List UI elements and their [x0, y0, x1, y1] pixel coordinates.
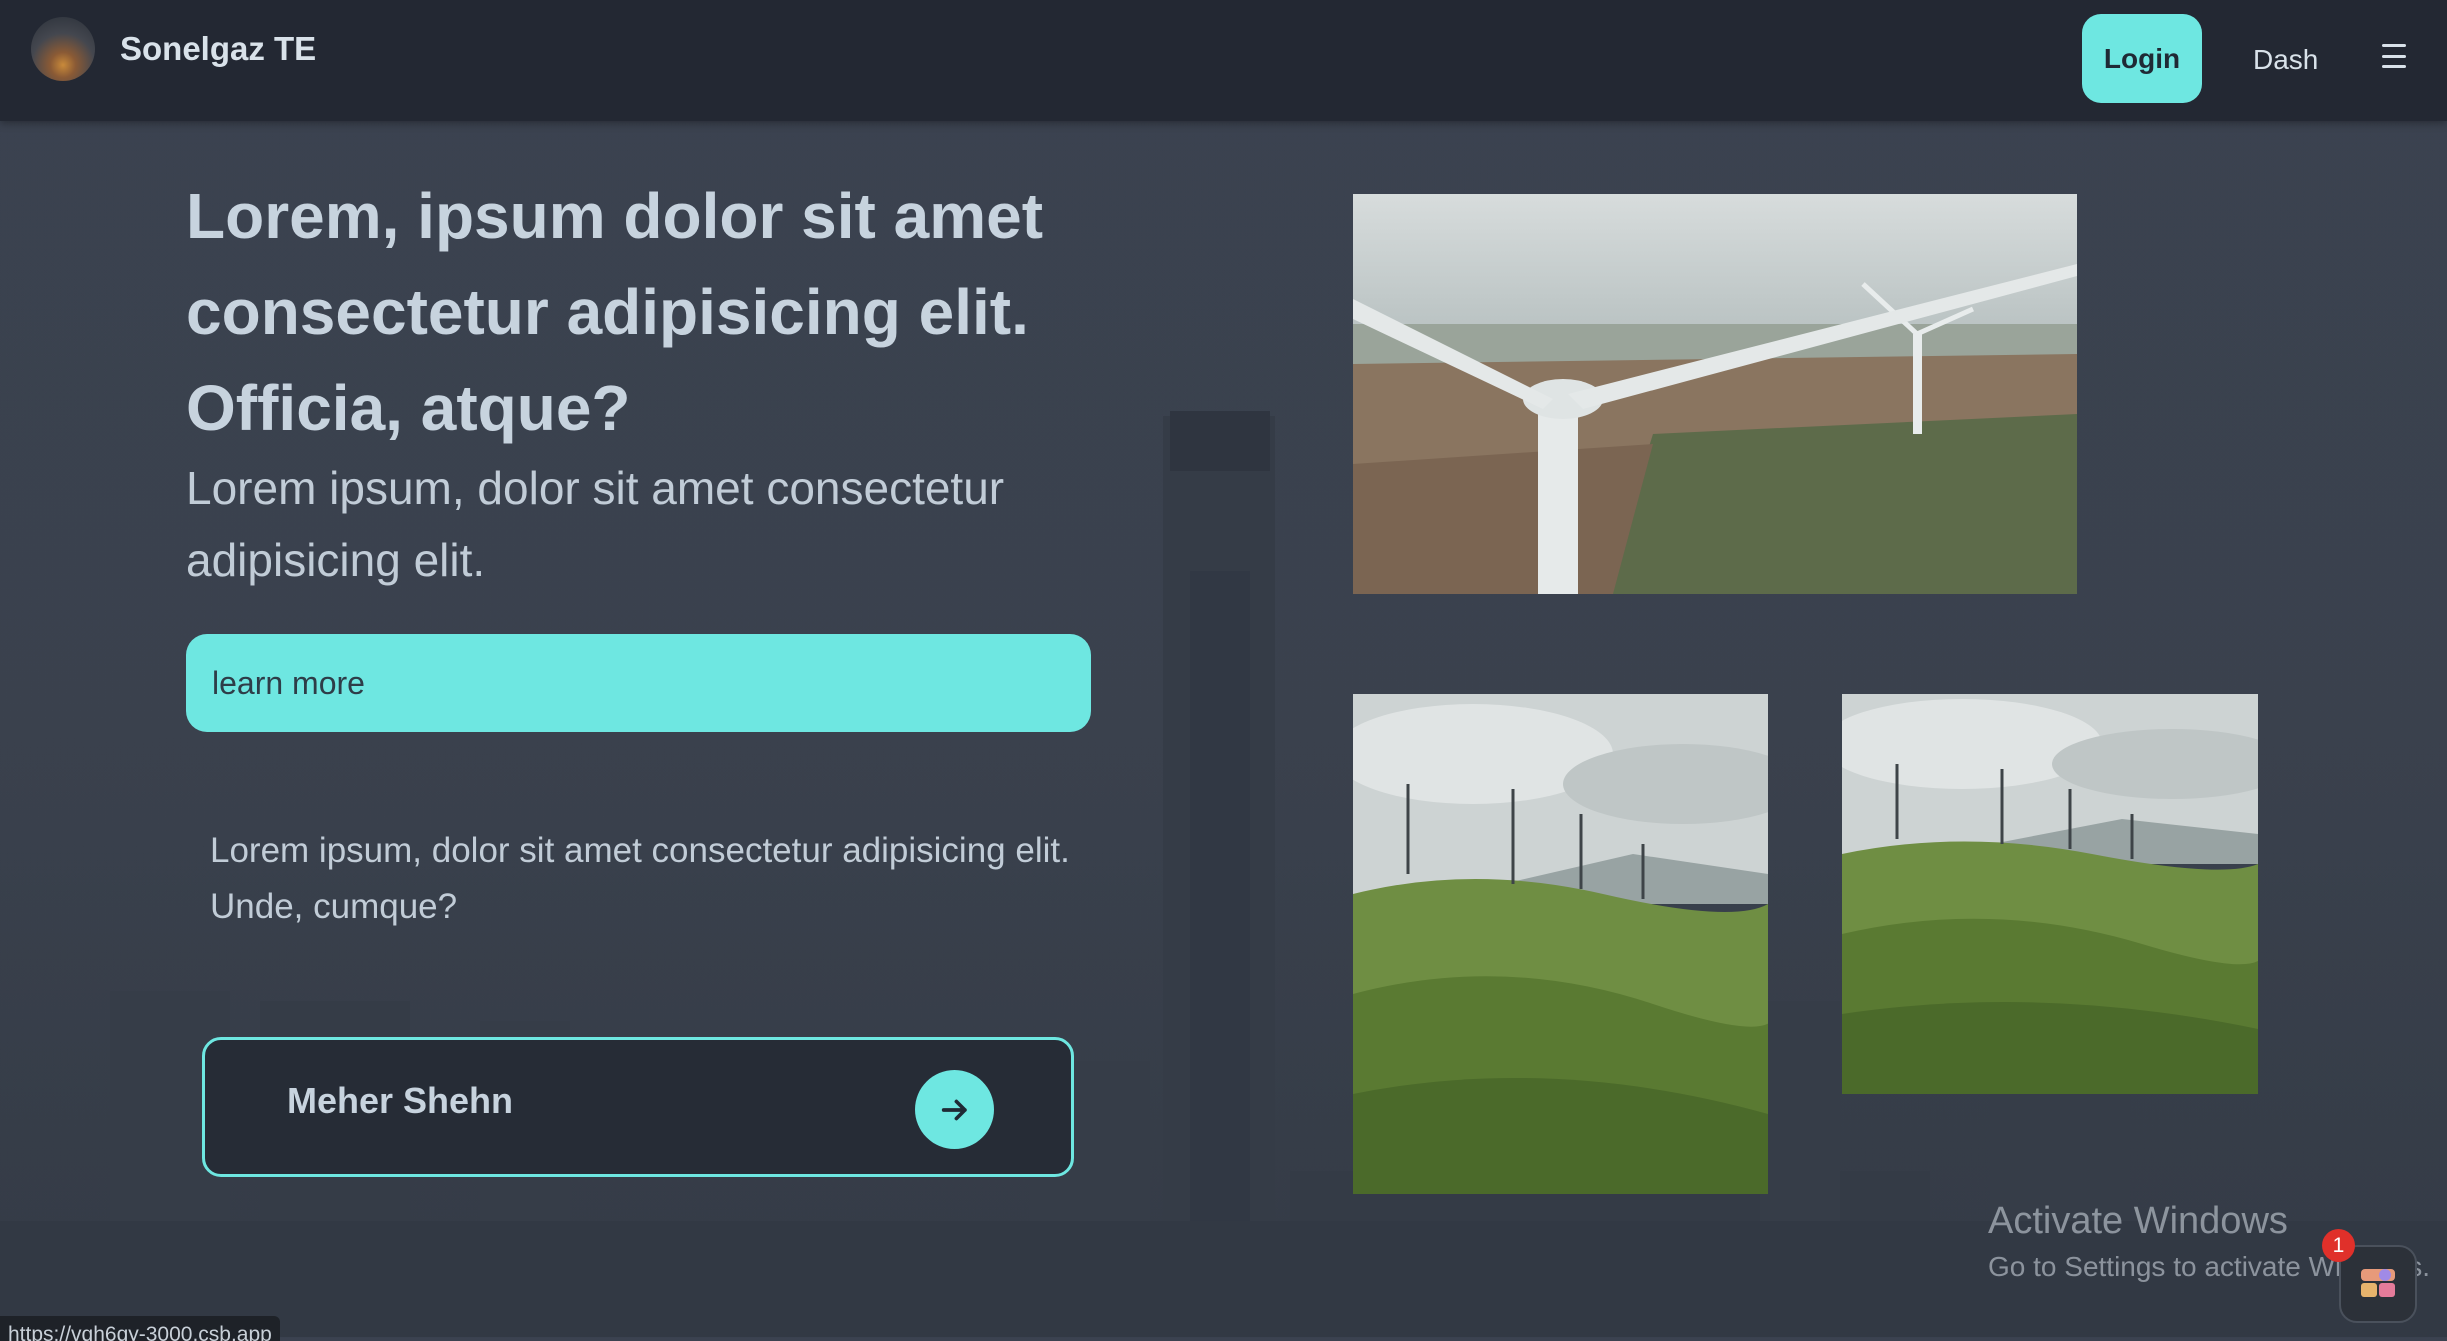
status-url: https://vqh6qy-3000.csb.app: [0, 1316, 280, 1341]
wind-turbines-green-hills-image: [1353, 694, 1768, 1194]
hamburger-menu-icon[interactable]: [2382, 44, 2406, 68]
hero-paragraph: Lorem ipsum, dolor sit amet consectetur …: [210, 831, 1070, 926]
profile-card[interactable]: Meher Shehn: [202, 1037, 1074, 1177]
dash-link[interactable]: Dash: [2253, 44, 2318, 76]
brand-name[interactable]: Sonelgaz TE: [120, 30, 316, 68]
assistant-widget-icon[interactable]: [2339, 1245, 2417, 1323]
notification-badge: 1: [2322, 1229, 2355, 1262]
top-navbar: Sonelgaz TE Login Dash: [0, 0, 2447, 121]
wind-turbine-aerial-image: [1353, 194, 2077, 594]
hero-title: Lorem, ipsum dolor sit amet consectetur …: [186, 180, 1044, 444]
watermark-title: Activate Windows: [1988, 1200, 2288, 1242]
hero-subtitle: Lorem ipsum, dolor sit amet consectetur …: [186, 462, 1005, 586]
brand-logo[interactable]: [31, 17, 95, 81]
login-button[interactable]: Login: [2082, 14, 2202, 103]
learn-more-button[interactable]: learn more: [186, 634, 1091, 732]
wind-turbines-green-hills-image: [1842, 694, 2258, 1094]
arrow-right-icon[interactable]: [915, 1070, 994, 1149]
profile-name: Meher Shehn: [287, 1080, 514, 1121]
